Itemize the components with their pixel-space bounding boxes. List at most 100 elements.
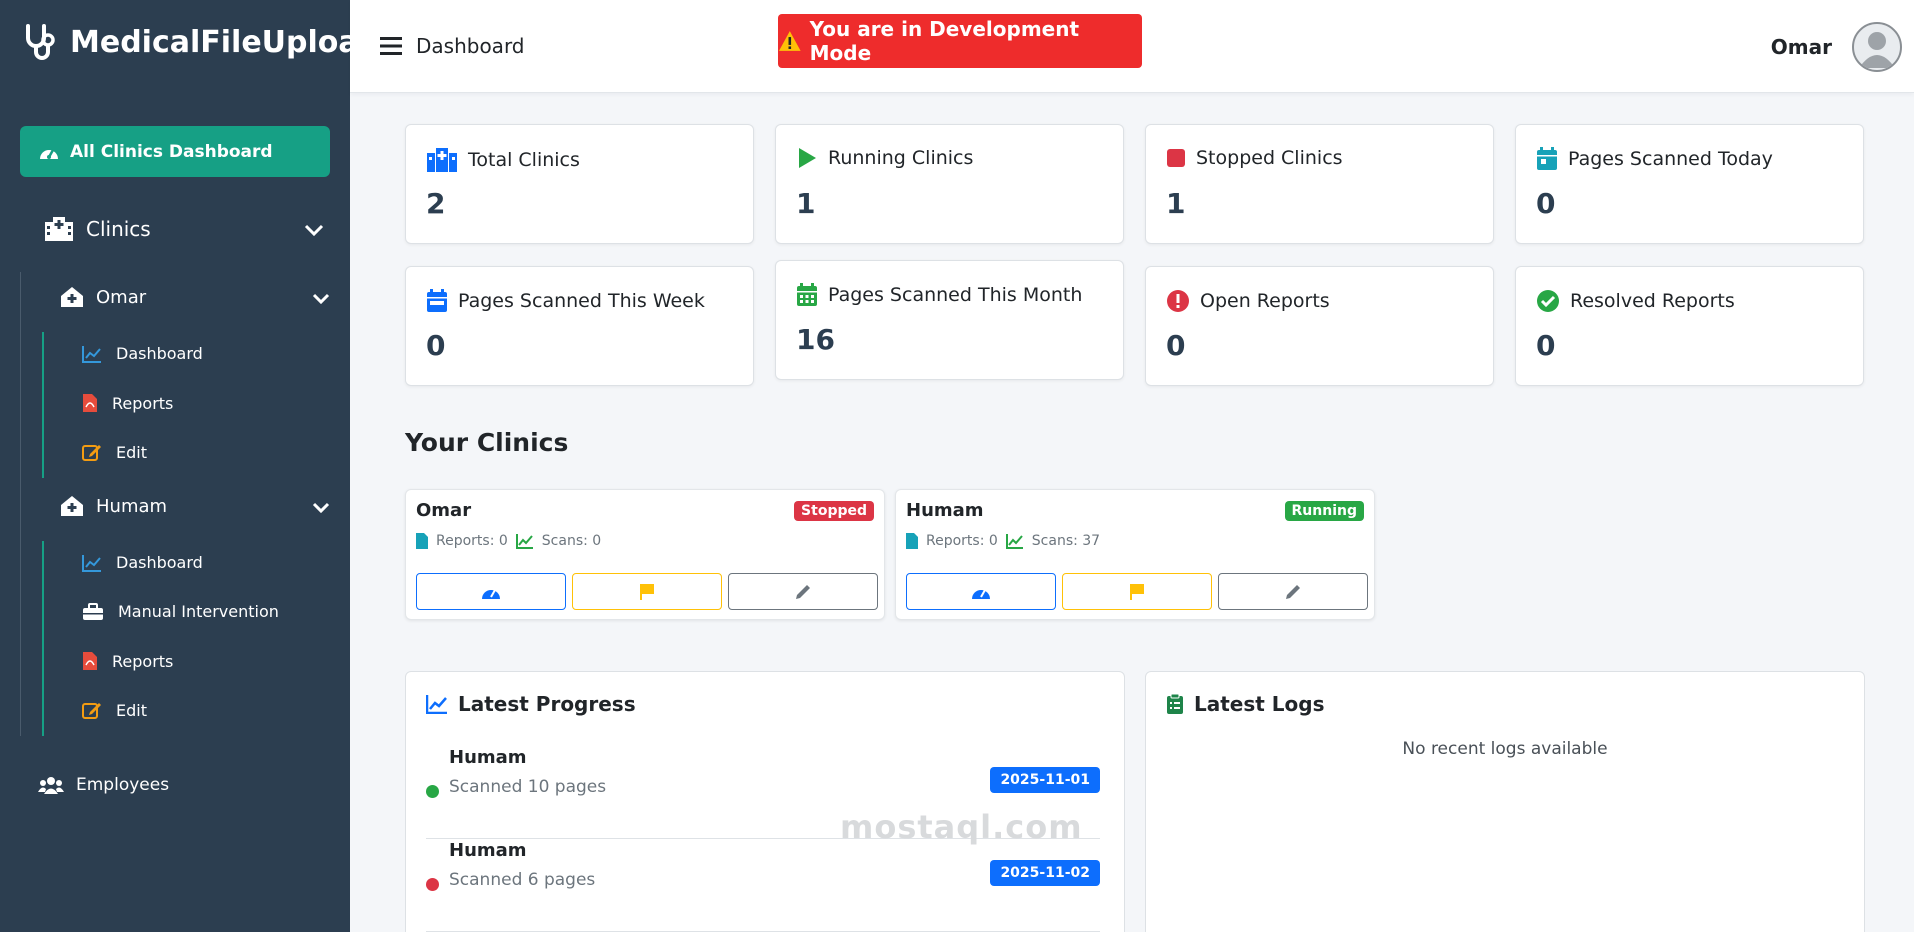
sidebar-clinic-omar[interactable]: Omar (60, 286, 330, 308)
stat-label: Total Clinics (468, 149, 580, 171)
topbar: Dashboard You are in Development Mode Om… (350, 0, 1914, 93)
watermark: mostaql.com (840, 808, 1083, 846)
clinic-card-omar: Omar Stopped Reports: 0 Scans: 0 (405, 489, 885, 620)
clipboard-list-icon (1167, 693, 1183, 714)
sidebar-omar-reports[interactable]: Reports (82, 393, 173, 413)
sidebar-clinic-humam[interactable]: Humam (60, 495, 330, 517)
sidebar-omar-edit-label: Edit (116, 442, 147, 462)
sidebar-omar-dashboard[interactable]: Dashboard (82, 344, 203, 363)
brand-name: MedicalFileUpload (70, 24, 381, 60)
exclamation-circle-icon (1167, 290, 1189, 312)
your-clinics-title: Your Clinics (405, 428, 569, 457)
stethoscope-icon (26, 24, 55, 60)
pencil-icon (796, 584, 810, 599)
stat-label: Pages Scanned Today (1568, 148, 1773, 170)
all-clinics-dashboard-label: All Clinics Dashboard (70, 141, 273, 162)
sidebar-humam-edit[interactable]: Edit (82, 700, 147, 720)
sidebar-clinics-toggle[interactable]: Clinics (44, 216, 330, 242)
page-title: Dashboard (416, 34, 525, 58)
chart-line-icon (82, 345, 101, 363)
hospital-icon (45, 217, 73, 241)
clinic-dashboard-button[interactable] (906, 573, 1056, 610)
clinic-name: Omar (416, 500, 472, 521)
stat-card-pages-month: Pages Scanned This Month 16 (775, 260, 1124, 380)
file-icon (416, 533, 428, 549)
clinic-meta: Reports: 0 Scans: 0 (416, 533, 601, 549)
stop-icon (1167, 149, 1185, 167)
latest-logs-label: Latest Logs (1194, 692, 1325, 716)
sidebar-humam-dashboard[interactable]: Dashboard (82, 553, 203, 572)
sidebar-clinic-humam-label: Humam (96, 495, 168, 517)
progress-description: Scanned 10 pages (449, 777, 607, 797)
all-clinics-dashboard-link[interactable]: All Clinics Dashboard (20, 126, 330, 177)
tachometer-icon (482, 589, 500, 599)
clinic-reports-button[interactable] (1062, 573, 1212, 610)
clinic-edit-button[interactable] (728, 573, 878, 610)
sidebar-toggle-button[interactable]: Dashboard (380, 34, 525, 58)
stat-value: 2 (426, 187, 446, 220)
users-icon (38, 777, 64, 794)
sidebar-employees[interactable]: Employees (38, 775, 169, 795)
stat-label: Pages Scanned This Week (458, 290, 705, 312)
brand[interactable]: MedicalFileUpload (20, 22, 380, 62)
hospital-icon (427, 148, 457, 172)
sidebar-clinic-omar-label: Omar (96, 286, 147, 308)
progress-date-badge: 2025-11-02 (990, 860, 1100, 886)
tachometer-icon (972, 589, 990, 599)
chevron-down-icon (312, 502, 330, 513)
sidebar-clinics-label: Clinics (86, 217, 151, 241)
stat-label: Open Reports (1200, 290, 1330, 312)
clinic-scans-count: Scans: 37 (1031, 533, 1101, 549)
play-icon (799, 148, 816, 168)
flag-icon (640, 583, 654, 600)
clinics-tree-line (20, 272, 21, 736)
status-badge: Running (1284, 501, 1364, 521)
clinic-reports-count: Reports: 0 (436, 533, 508, 549)
stat-label: Resolved Reports (1570, 290, 1735, 312)
user-name: Omar (1770, 35, 1832, 59)
chart-line-icon (1005, 534, 1023, 549)
stat-value: 16 (796, 323, 835, 356)
clinic-edit-button[interactable] (1218, 573, 1368, 610)
sidebar-omar-reports-label: Reports (112, 393, 174, 413)
file-icon (906, 533, 918, 549)
file-pdf-icon (83, 652, 97, 670)
progress-date-badge: 2025-11-01 (990, 767, 1100, 793)
latest-logs-panel: Latest Logs No recent logs available (1145, 671, 1865, 932)
avatar (1852, 22, 1902, 72)
toolbox-icon (83, 602, 103, 620)
chevron-down-icon (312, 293, 330, 304)
flag-icon (1130, 583, 1144, 600)
empty-logs-message: No recent logs available (1402, 739, 1608, 759)
progress-clinic-name: Humam (449, 840, 527, 861)
stat-label: Stopped Clinics (1196, 147, 1343, 169)
clinic-reports-count: Reports: 0 (926, 533, 998, 549)
sidebar-humam-manual-intervention-label: Manual Intervention (118, 602, 279, 621)
clinic-reports-button[interactable] (572, 573, 722, 610)
clinic-dashboard-button[interactable] (416, 573, 566, 610)
latest-logs-title: Latest Logs (1166, 692, 1325, 716)
sidebar-humam-manual-intervention[interactable]: Manual Intervention (82, 602, 279, 621)
sidebar-humam-reports[interactable]: Reports (82, 651, 173, 671)
calendar-month-icon (797, 283, 817, 306)
stat-card-open-reports: Open Reports 0 (1145, 266, 1494, 386)
stat-card-total-clinics: Total Clinics 2 (405, 124, 754, 244)
latest-progress-label: Latest Progress (458, 692, 636, 716)
latest-progress-panel: Latest Progress Humam Scanned 10 pages 2… (405, 671, 1125, 932)
status-dot (426, 878, 439, 891)
chart-line-icon (82, 554, 101, 572)
user-menu[interactable]: Omar (1771, 22, 1902, 72)
dev-mode-banner: You are in Development Mode (778, 14, 1142, 68)
clinic-scans-count: Scans: 0 (541, 533, 602, 549)
latest-progress-title: Latest Progress (426, 692, 636, 716)
user-avatar-icon (1859, 32, 1895, 68)
stat-value: 0 (426, 329, 446, 362)
stat-value: 1 (1166, 187, 1186, 220)
stat-card-stopped-clinics: Stopped Clinics 1 (1145, 124, 1494, 244)
edit-icon (82, 703, 101, 719)
sidebar-employees-label: Employees (76, 775, 170, 795)
stat-card-pages-today: Pages Scanned Today 0 (1515, 124, 1864, 244)
chart-line-icon (515, 534, 533, 549)
calendar-week-icon (427, 289, 447, 312)
sidebar-omar-edit[interactable]: Edit (82, 442, 147, 462)
